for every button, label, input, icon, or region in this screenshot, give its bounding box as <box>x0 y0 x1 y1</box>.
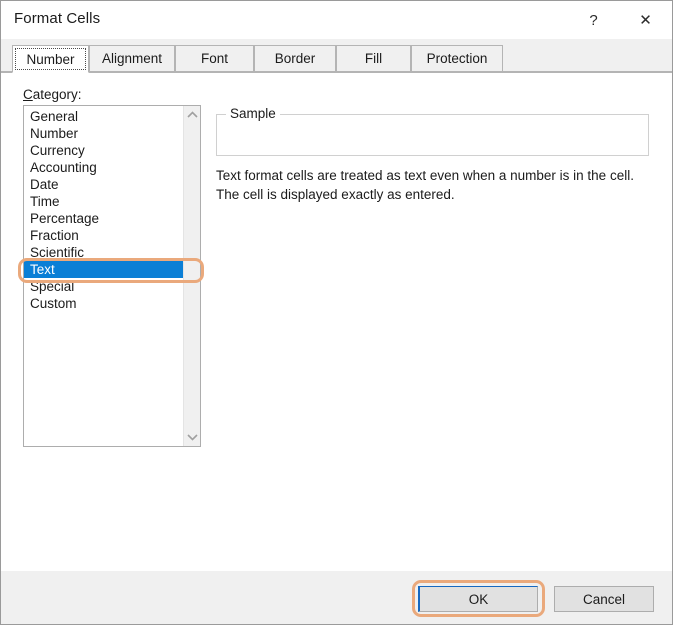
list-item[interactable]: General <box>24 108 184 125</box>
close-icon: ✕ <box>639 11 652 29</box>
list-item[interactable]: Number <box>24 125 184 142</box>
cancel-button[interactable]: Cancel <box>554 586 654 612</box>
category-label: Category: <box>23 87 82 102</box>
tab-alignment[interactable]: Alignment <box>89 45 175 72</box>
list-item[interactable]: Percentage <box>24 210 184 227</box>
category-list-items: General Number Currency Accounting Date Time P… <box>24 108 184 312</box>
sample-legend: Sample <box>226 106 280 121</box>
number-tab-panel: Category: General Number Currency Accountin… <box>1 72 672 571</box>
tab-label: Fill <box>364 51 383 66</box>
close-button[interactable]: ✕ <box>623 1 668 39</box>
tab-label: Font <box>200 51 228 66</box>
chevron-down-icon[interactable] <box>184 429 200 446</box>
list-item[interactable]: Fraction <box>24 227 184 244</box>
tab-protection[interactable]: Protection <box>411 45 503 72</box>
tab-strip: Number Alignment Font Border Fill Protection <box>1 39 672 73</box>
format-cells-dialog: Format Cells ? ✕ Number Alignment Font Bord… <box>0 0 673 625</box>
tab-label: Alignment <box>101 51 163 66</box>
tab-number[interactable]: Number <box>12 45 89 73</box>
category-scrollbar[interactable] <box>183 106 200 446</box>
tab-label: Border <box>274 51 316 66</box>
tab-font[interactable]: Font <box>175 45 254 72</box>
list-item[interactable]: Date <box>24 176 184 193</box>
list-item[interactable]: Special <box>24 278 184 295</box>
list-item[interactable]: Scientific <box>24 244 184 261</box>
chevron-up-icon[interactable] <box>184 106 200 123</box>
list-item[interactable]: Currency <box>24 142 184 159</box>
list-item-selected[interactable]: Text <box>24 261 184 278</box>
list-item[interactable]: Accounting <box>24 159 184 176</box>
title-bar: Format Cells ? ✕ <box>1 1 672 39</box>
tab-fill[interactable]: Fill <box>336 45 411 72</box>
tab-border[interactable]: Border <box>254 45 336 72</box>
format-description: Text format cells are treated as text ev… <box>216 168 634 202</box>
question-mark-icon: ? <box>589 11 598 29</box>
tab-label: Number <box>26 51 75 67</box>
tab-label: Protection <box>426 51 488 66</box>
ok-button[interactable]: OK <box>418 586 538 612</box>
sample-group-box: Sample <box>216 106 649 156</box>
category-listbox[interactable]: General Number Currency Accounting Date Time P… <box>23 105 201 447</box>
list-item[interactable]: Time <box>24 193 184 210</box>
category-accelerator: C <box>23 87 33 102</box>
ok-button-label: OK <box>468 591 489 607</box>
cancel-button-label: Cancel <box>582 591 626 607</box>
help-button[interactable]: ? <box>571 1 616 39</box>
category-label-rest: ategory: <box>32 87 82 102</box>
dialog-title: Format Cells <box>14 10 101 27</box>
dialog-footer: OK Cancel <box>1 571 672 624</box>
list-item[interactable]: Custom <box>24 295 184 312</box>
